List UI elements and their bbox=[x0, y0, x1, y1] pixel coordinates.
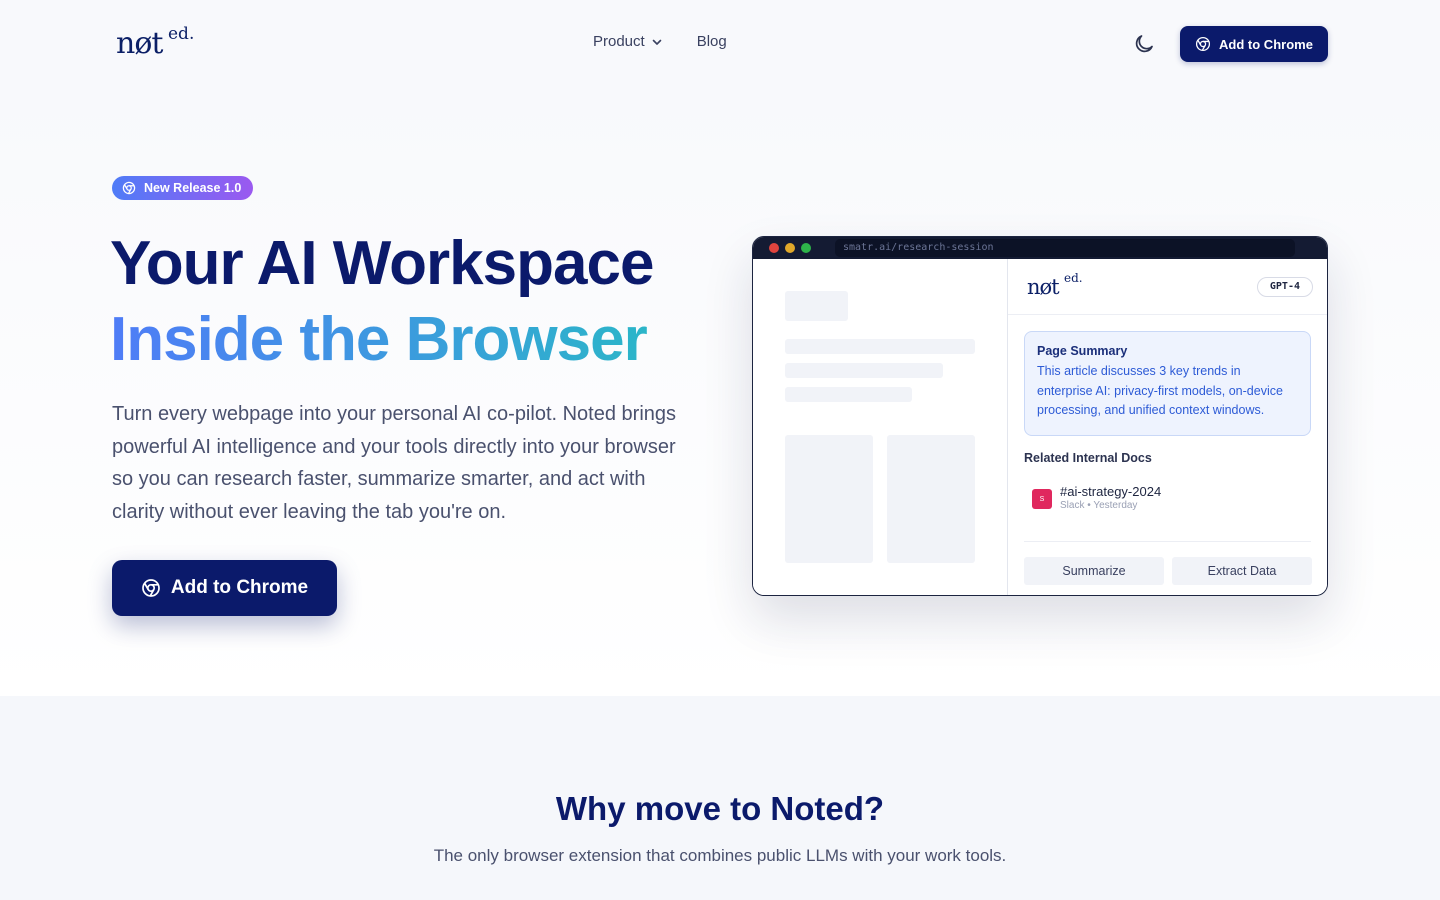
chrome-icon bbox=[122, 181, 136, 195]
hero-title-line2: Inside the Browser bbox=[110, 302, 653, 378]
chrome-icon bbox=[1196, 36, 1211, 52]
why-subtitle: The only browser extension that combines… bbox=[433, 846, 1007, 865]
nav-blog-label: Blog bbox=[696, 33, 727, 50]
summarize-button[interactable]: Summarize bbox=[1024, 557, 1164, 585]
skeleton-card bbox=[887, 435, 975, 563]
minimize-dot-icon bbox=[785, 243, 795, 253]
extension-panel: nøt ed. GPT-4 Page Summary This article … bbox=[1007, 259, 1327, 595]
extract-data-button[interactable]: Extract Data bbox=[1172, 557, 1312, 585]
panel-divider bbox=[1024, 541, 1311, 542]
hero-title: Your AI Workspace Inside the Browser bbox=[110, 226, 654, 378]
logo-wordmark: nøt bbox=[116, 26, 163, 61]
chrome-icon bbox=[142, 579, 160, 597]
hero-title-line1: Your AI Workspace bbox=[110, 229, 654, 298]
why-section: Why move to Noted? The only browser exte… bbox=[0, 696, 1440, 900]
close-dot-icon bbox=[769, 243, 779, 253]
release-badge: New Release 1.0 bbox=[112, 176, 254, 200]
top-nav: nøt ed. Product Blog Add to Chrome bbox=[0, 0, 1440, 88]
related-doc-item[interactable]: S #ai-strategy-2024 Slack • Yesterday bbox=[1032, 484, 1161, 511]
chevron-down-icon bbox=[652, 39, 662, 45]
model-selector[interactable]: GPT-4 bbox=[1256, 277, 1313, 297]
skeleton-line bbox=[785, 363, 943, 378]
mockup-page-skeleton bbox=[753, 259, 1007, 595]
logo-superscript: ed. bbox=[168, 24, 195, 44]
panel-logo-superscript: ed. bbox=[1064, 271, 1083, 285]
release-badge-label: New Release 1.0 bbox=[144, 181, 242, 195]
related-docs-title: Related Internal Docs bbox=[1024, 451, 1152, 465]
browser-mockup: smatr.ai/research-session nøt ed. GPT-4 … bbox=[752, 236, 1328, 596]
skeleton-line bbox=[785, 339, 975, 354]
skeleton-block bbox=[785, 291, 848, 321]
nav-blog[interactable]: Blog bbox=[697, 33, 727, 50]
skeleton-line bbox=[785, 387, 912, 402]
nav-product-label: Product bbox=[593, 33, 645, 50]
add-to-chrome-label: Add to Chrome bbox=[1219, 36, 1313, 52]
panel-header: nøt ed. GPT-4 bbox=[1008, 259, 1327, 315]
hero-cta-label: Add to Chrome bbox=[170, 577, 309, 598]
nav-links: Product Blog bbox=[593, 33, 727, 50]
add-to-chrome-button-hero[interactable]: Add to Chrome bbox=[112, 560, 337, 616]
mockup-url-bar: smatr.ai/research-session bbox=[835, 239, 1295, 257]
hero-description: Turn every webpage into your personal AI… bbox=[112, 403, 677, 523]
panel-logo-wordmark: nøt bbox=[1027, 275, 1060, 299]
page-summary-card: Page Summary This article discusses 3 ke… bbox=[1024, 331, 1311, 436]
maximize-dot-icon bbox=[801, 243, 811, 253]
why-title: Why move to Noted? bbox=[555, 790, 885, 827]
skeleton-card bbox=[785, 435, 873, 563]
doc-meta: Slack • Yesterday bbox=[1060, 500, 1138, 511]
nav-product[interactable]: Product bbox=[593, 33, 663, 50]
mockup-titlebar: smatr.ai/research-session bbox=[753, 237, 1327, 259]
summary-title: Page Summary bbox=[1037, 344, 1128, 358]
doc-name: #ai-strategy-2024 bbox=[1060, 484, 1162, 499]
slack-icon: S bbox=[1032, 489, 1052, 509]
moon-icon[interactable] bbox=[1132, 32, 1156, 56]
add-to-chrome-button-nav[interactable]: Add to Chrome bbox=[1180, 26, 1328, 62]
summary-text: This article discusses 3 key trends in e… bbox=[1037, 364, 1283, 417]
